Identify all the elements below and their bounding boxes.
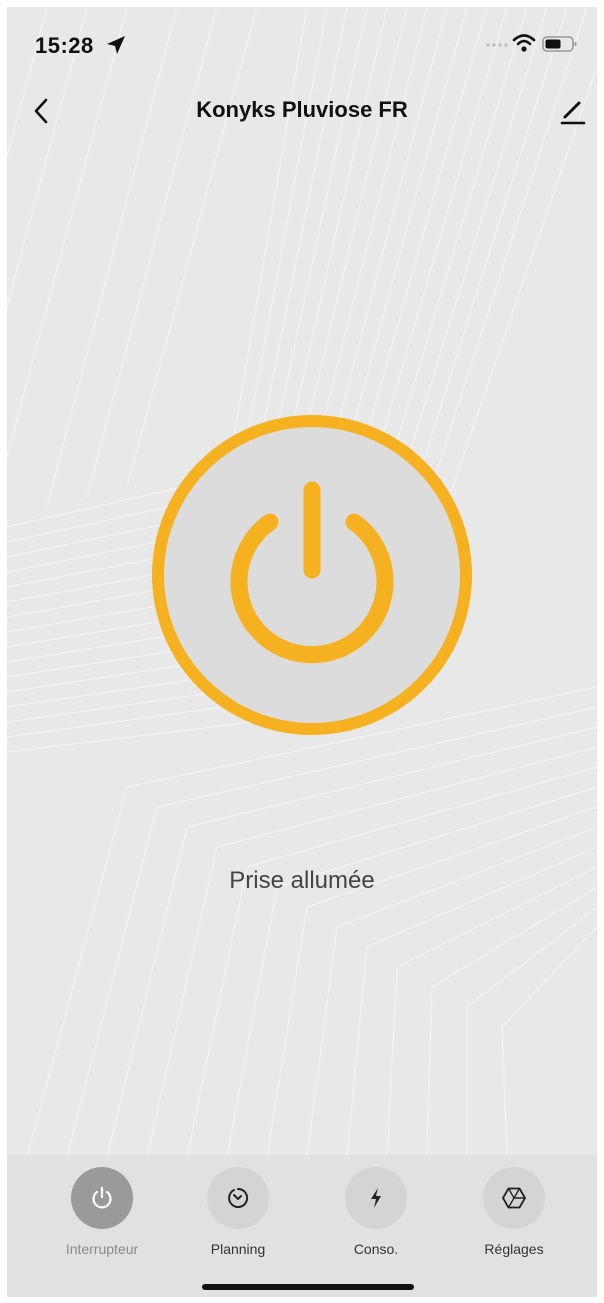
switch-state-label: Prise allumée: [229, 867, 375, 894]
tab-reglages[interactable]: Réglages: [459, 1167, 569, 1267]
battery-icon: [542, 36, 577, 52]
tab-label: Planning: [210, 1241, 266, 1257]
page-title: Konyks Pluviose FR: [196, 97, 408, 122]
back-button[interactable]: [23, 93, 59, 129]
cellular-signal-icon: [486, 43, 508, 47]
chevron-left-icon: [34, 98, 48, 124]
edit-button[interactable]: [555, 93, 591, 129]
tab-label: Réglages: [484, 1241, 544, 1257]
power-icon: [230, 481, 394, 664]
tab-icon-circle: [207, 1167, 269, 1229]
wifi-icon: [512, 34, 536, 52]
tab-conso[interactable]: Conso.: [321, 1167, 431, 1267]
lightning-icon: [371, 1188, 381, 1208]
navigation-bar: Konyks Pluviose FR: [7, 87, 597, 143]
tab-icon-circle: [483, 1167, 545, 1229]
tab-interrupteur[interactable]: Interrupteur: [47, 1167, 157, 1267]
power-icon: [92, 1186, 112, 1209]
status-time: 15:28: [35, 33, 94, 58]
tab-label: Conso.: [353, 1241, 399, 1257]
bottom-tab-bar: Interrupteur Planning Conso. Réglages: [7, 1155, 597, 1297]
home-indicator: [202, 1284, 414, 1290]
tab-planning[interactable]: Planning: [183, 1167, 293, 1267]
pencil-icon: [560, 101, 586, 125]
location-arrow-icon: [107, 36, 125, 54]
tab-icon-circle: [345, 1167, 407, 1229]
app-screen: 15:28 Konyks Pluviose FR Prise allumée I…: [7, 7, 597, 1297]
settings-icon: [502, 1187, 526, 1209]
timer-icon: [228, 1187, 249, 1208]
status-bar: 15:28: [7, 7, 597, 87]
tab-label: Interrupteur: [65, 1241, 139, 1257]
tab-icon-circle: [71, 1167, 133, 1229]
power-toggle-button[interactable]: [152, 415, 472, 735]
